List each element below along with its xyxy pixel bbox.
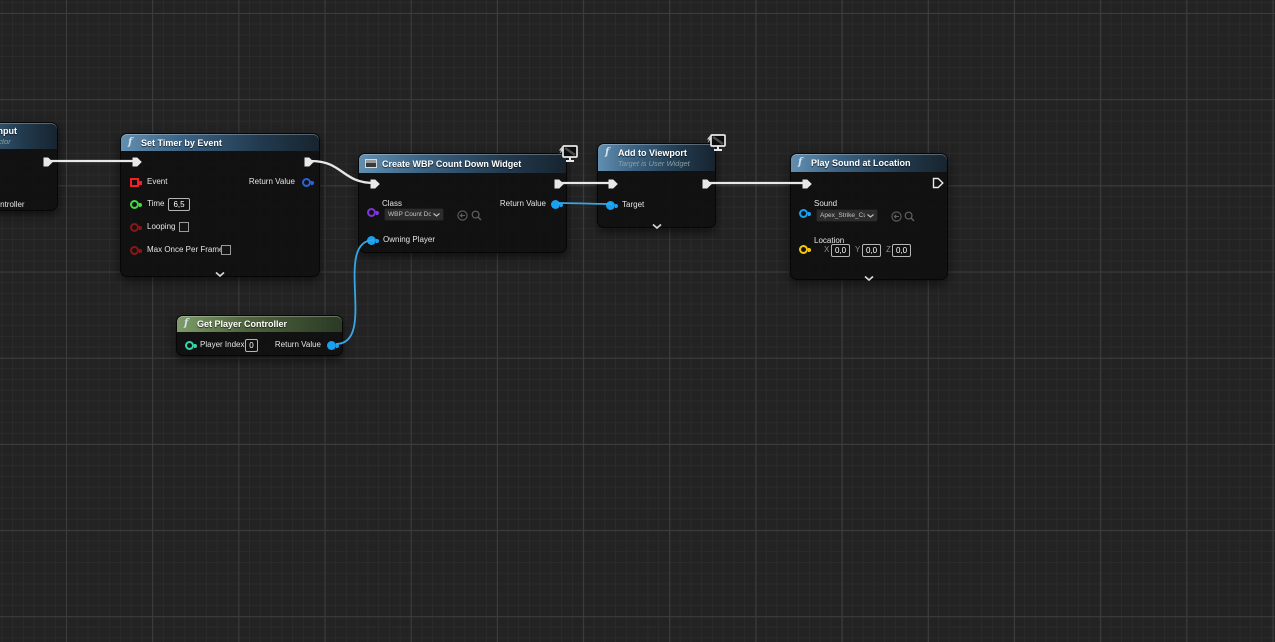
sound-pin-label: Sound xyxy=(814,199,837,209)
node-set-timer-by-event[interactable]: f Set Timer by Event Event Return Value … xyxy=(120,133,320,277)
return-value-pin[interactable] xyxy=(551,200,560,209)
collapse-chevron[interactable] xyxy=(598,216,715,234)
max-once-per-frame-label: Max Once Per Frame xyxy=(147,245,223,255)
node-header[interactable]: f Set Timer by Event xyxy=(121,134,319,151)
widget-monitor-badge xyxy=(556,144,579,164)
node-header[interactable]: f Get Player Controller xyxy=(177,316,342,332)
node-get-player-controller[interactable]: f Get Player Controller Player Index 0 R… xyxy=(176,315,343,356)
node-subtitle: Target is Actor xyxy=(0,137,11,146)
sound-pin[interactable] xyxy=(799,209,808,218)
z-axis-label: Z xyxy=(886,245,891,255)
node-header[interactable]: f Play Sound at Location xyxy=(791,154,947,172)
max-once-per-frame-pin[interactable] xyxy=(130,246,139,255)
exec-in-pin[interactable] xyxy=(369,178,381,190)
node-play-sound-at-location[interactable]: f Play Sound at Location Sound Apex_Stri… xyxy=(790,153,948,280)
node-header[interactable]: f Enable Input Target is Actor xyxy=(0,123,57,149)
chevron-down-icon xyxy=(867,214,874,218)
looping-pin[interactable] xyxy=(130,223,139,232)
exec-out-pin[interactable] xyxy=(42,156,54,168)
sound-dropdown[interactable]: Apex_Strike_Cue xyxy=(816,209,878,222)
return-value-label: Return Value xyxy=(500,199,546,209)
return-value-label: Return Value xyxy=(275,340,321,350)
exec-out-pin[interactable] xyxy=(303,156,315,168)
event-delegate-pin[interactable] xyxy=(130,178,139,187)
function-icon: f xyxy=(798,158,802,168)
time-pin-label: Time xyxy=(147,199,164,209)
widget-monitor-badge xyxy=(704,133,727,153)
x-axis-label: X xyxy=(824,245,829,255)
use-selected-asset-icon[interactable] xyxy=(891,211,902,222)
node-add-to-viewport[interactable]: f Add to Viewport Target is User Widget … xyxy=(597,143,716,228)
exec-in-pin[interactable] xyxy=(801,178,813,190)
function-icon: f xyxy=(184,319,188,329)
player-index-pin[interactable] xyxy=(185,341,194,350)
sound-dropdown-value: Apex_Strike_Cue xyxy=(820,212,865,219)
player-controller-pin-label: Player Controller xyxy=(0,200,25,210)
chevron-down-icon xyxy=(433,213,440,217)
player-index-label: Player Index xyxy=(200,340,244,350)
node-title: Add to Viewport xyxy=(618,148,687,158)
collapse-chevron[interactable] xyxy=(791,268,947,286)
exec-out-pin[interactable] xyxy=(932,177,944,189)
time-pin[interactable] xyxy=(130,200,139,209)
looping-checkbox[interactable] xyxy=(179,222,189,232)
node-subtitle: Target is User Widget xyxy=(618,159,690,168)
function-icon: f xyxy=(605,148,609,158)
blueprint-graph-canvas[interactable]: f Enable Input Target is Actor Target Pl… xyxy=(0,0,1275,642)
node-header[interactable]: Create WBP Count Down Widget xyxy=(359,154,566,173)
node-title: Play Sound at Location xyxy=(811,158,911,168)
owning-player-pin[interactable] xyxy=(367,236,376,245)
return-value-pin[interactable] xyxy=(327,341,336,350)
class-dropdown[interactable]: WBP Count Down xyxy=(384,208,444,221)
node-title: Get Player Controller xyxy=(197,319,287,329)
collapse-chevron[interactable] xyxy=(121,264,319,282)
function-icon: f xyxy=(128,138,132,148)
looping-pin-label: Looping xyxy=(147,222,175,232)
node-title: Set Timer by Event xyxy=(141,138,222,148)
node-enable-input[interactable]: f Enable Input Target is Actor Target Pl… xyxy=(0,122,58,211)
exec-out-pin[interactable] xyxy=(701,178,713,190)
owning-player-label: Owning Player xyxy=(383,235,435,245)
time-value-input[interactable]: 6,5 xyxy=(168,198,190,211)
node-create-widget[interactable]: Create WBP Count Down Widget Class Retur… xyxy=(358,153,567,253)
target-pin-label: Target xyxy=(622,200,644,210)
return-value-label: Return Value xyxy=(249,177,295,187)
return-value-pin[interactable] xyxy=(302,178,311,187)
y-axis-label: Y xyxy=(855,245,860,255)
event-pin-label: Event xyxy=(147,177,167,187)
x-value-input[interactable]: 0,0 xyxy=(831,244,850,257)
node-title: Create WBP Count Down Widget xyxy=(382,159,521,169)
exec-in-pin[interactable] xyxy=(607,178,619,190)
y-value-input[interactable]: 0,0 xyxy=(862,244,881,257)
location-pin[interactable] xyxy=(799,245,808,254)
browse-search-icon[interactable] xyxy=(904,211,915,222)
node-header[interactable]: f Add to Viewport Target is User Widget xyxy=(598,144,715,171)
exec-in-pin[interactable] xyxy=(131,156,143,168)
widget-icon xyxy=(365,159,377,168)
exec-out-pin[interactable] xyxy=(553,178,565,190)
class-dropdown-value: WBP Count Down xyxy=(388,211,431,218)
player-index-input[interactable]: 0 xyxy=(245,339,258,352)
target-pin[interactable] xyxy=(606,201,615,210)
browse-search-icon[interactable] xyxy=(471,210,482,221)
use-selected-asset-icon[interactable] xyxy=(457,210,468,221)
class-pin[interactable] xyxy=(367,208,376,217)
max-once-per-frame-checkbox[interactable] xyxy=(221,245,231,255)
z-value-input[interactable]: 0,0 xyxy=(892,244,911,257)
node-title: Enable Input xyxy=(0,126,17,136)
